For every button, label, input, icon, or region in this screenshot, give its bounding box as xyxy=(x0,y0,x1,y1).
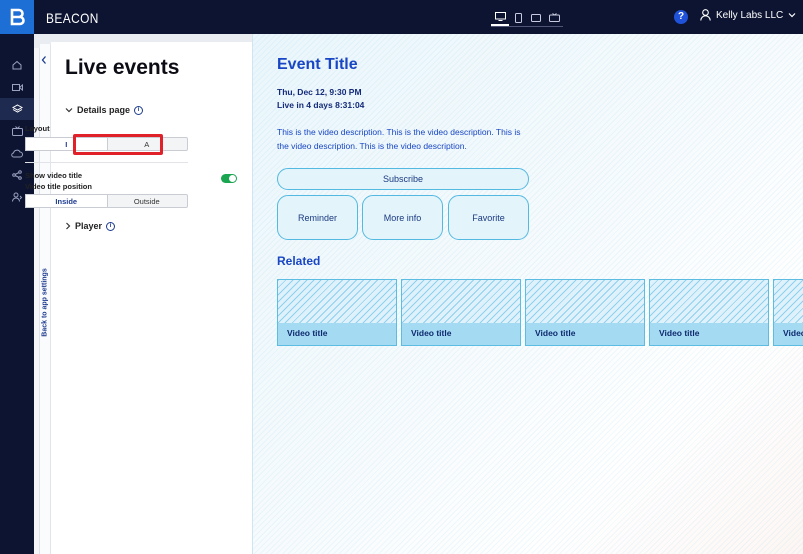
device-switcher xyxy=(491,9,563,27)
left-rail xyxy=(0,34,34,554)
beacon-logo-icon[interactable] xyxy=(0,0,34,34)
info-icon[interactable]: i xyxy=(106,221,116,231)
event-title: Event Title xyxy=(277,56,358,73)
page-title: Live events xyxy=(65,56,180,79)
highlight-box xyxy=(73,134,163,155)
details-page-section[interactable]: Details page i xyxy=(65,105,144,115)
info-icon[interactable]: i xyxy=(134,105,144,115)
event-date: Thu, Dec 12, 9:30 PM xyxy=(277,87,362,97)
top-bar: BEACON ? Kelly Labs LLC xyxy=(0,0,803,34)
video-card-title: Video title xyxy=(774,323,803,345)
video-icon xyxy=(11,83,23,92)
user-icon xyxy=(700,9,711,21)
rail-layers[interactable] xyxy=(0,98,34,120)
chevron-down-icon xyxy=(65,107,73,113)
event-description: This is the video description. This is t… xyxy=(277,127,521,151)
video-card[interactable]: Video title xyxy=(773,279,803,346)
cloud-icon xyxy=(11,149,23,158)
related-heading: Related xyxy=(277,254,321,268)
layout-label: Layout xyxy=(25,124,50,133)
tablet-icon[interactable] xyxy=(527,10,545,26)
position-option-inside[interactable]: Inside xyxy=(25,194,108,208)
show-video-title-toggle[interactable] xyxy=(221,174,237,183)
video-card[interactable]: Video title xyxy=(401,279,521,346)
help-icon[interactable]: ? xyxy=(674,10,688,24)
tv-icon xyxy=(11,126,23,136)
chevron-left-icon[interactable] xyxy=(40,55,48,65)
player-section[interactable]: Player i xyxy=(65,221,116,231)
user-settings-icon xyxy=(11,192,23,202)
video-card-title: Video title xyxy=(402,323,520,345)
section-label: Details page xyxy=(77,105,131,115)
preview-area: Event Title Thu, Dec 12, 9:30 PM Live in… xyxy=(252,34,803,554)
video-card-title: Video title xyxy=(278,323,396,345)
account-name: Kelly Labs LLC xyxy=(716,9,784,21)
layers-icon xyxy=(11,104,23,114)
position-option-outside[interactable]: Outside xyxy=(107,195,188,207)
show-video-title-label: Show video title xyxy=(25,171,83,180)
brand-name: BEACON xyxy=(46,10,99,26)
more-info-button[interactable]: More info xyxy=(362,195,443,240)
chevron-right-icon xyxy=(65,222,71,230)
video-card[interactable]: Video title xyxy=(649,279,769,346)
video-card[interactable]: Video title xyxy=(277,279,397,346)
reminder-button[interactable]: Reminder xyxy=(277,195,358,240)
video-card-title: Video title xyxy=(650,323,768,345)
video-title-position-label: Video title position xyxy=(25,182,92,191)
account-menu[interactable]: Kelly Labs LLC xyxy=(700,9,796,21)
video-card[interactable]: Video title xyxy=(525,279,645,346)
title-position-selector: Inside Outside xyxy=(25,194,188,208)
share-icon xyxy=(12,170,22,180)
mobile-icon[interactable] xyxy=(509,10,527,26)
rail-home[interactable] xyxy=(0,54,34,76)
desktop-icon[interactable] xyxy=(491,10,509,26)
event-countdown: Live in 4 days 8:31:04 xyxy=(277,100,365,110)
settings-panel: Live events Details page i xyxy=(51,42,252,554)
favorite-button[interactable]: Favorite xyxy=(448,195,529,240)
subscribe-button[interactable]: Subscribe xyxy=(277,168,529,190)
chevron-down-icon xyxy=(788,12,796,18)
rail-video[interactable] xyxy=(0,76,34,98)
home-icon xyxy=(12,60,22,70)
tv-icon[interactable] xyxy=(545,10,563,26)
section-label: Player xyxy=(75,221,103,231)
video-card-title: Video title xyxy=(526,323,644,345)
divider xyxy=(25,162,188,163)
